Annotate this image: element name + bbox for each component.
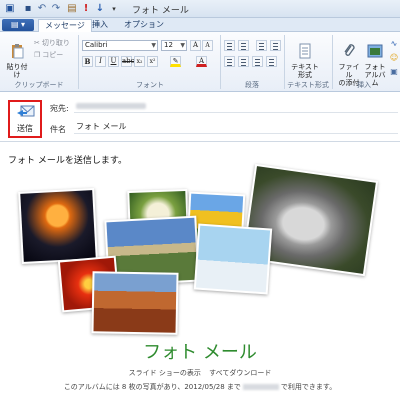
photo-jellyfish[interactable] bbox=[18, 188, 98, 264]
cut-button[interactable]: ✂ 切り取り bbox=[34, 38, 70, 48]
tab-message[interactable]: メッセージ bbox=[38, 19, 92, 32]
decrease-indent-icon[interactable] bbox=[256, 40, 267, 51]
paste-label: 貼り付け bbox=[6, 63, 28, 79]
font-color-icon[interactable]: A bbox=[196, 56, 207, 67]
title-bar: ▣ ▪ ↶ ↷ ▤ ! ↓ ▾ フォト メール bbox=[0, 0, 400, 18]
align-center-icon[interactable] bbox=[238, 56, 249, 67]
album-availability-note: このアルバムには 8 枚の写真があり、2012/05/28 まで で利用できます。 bbox=[0, 382, 400, 392]
group-divider bbox=[284, 35, 285, 89]
application-menu-button[interactable]: ▤ ▾ bbox=[2, 19, 34, 31]
grow-font-icon[interactable]: A bbox=[190, 40, 201, 51]
to-field[interactable] bbox=[74, 99, 398, 113]
message-header: 送信 宛先: 件名 フォト メール bbox=[0, 92, 400, 142]
subject-field[interactable]: フォト メール bbox=[74, 120, 398, 134]
redacted-service-name bbox=[242, 384, 279, 390]
ribbon-tabs: ▤ ▾ メッセージ 挿入 オプション bbox=[0, 18, 400, 32]
paste-button[interactable]: 貼り付け bbox=[6, 35, 28, 79]
scissors-icon: ✂ bbox=[34, 39, 40, 47]
font-group-label: フォント bbox=[136, 81, 164, 89]
align-right-icon[interactable] bbox=[252, 56, 263, 67]
italic-icon[interactable]: I bbox=[95, 56, 106, 67]
highlight-icon[interactable]: ✎ bbox=[170, 56, 181, 67]
slideshow-link[interactable]: スライド ショーの表示 bbox=[129, 369, 201, 377]
paste-icon bbox=[12, 44, 24, 59]
album-title: フォト メール bbox=[143, 342, 257, 363]
paperclip-icon bbox=[344, 44, 355, 56]
subject-label: 件名 bbox=[50, 125, 66, 134]
more-insert-icon[interactable]: ▣ bbox=[388, 66, 400, 78]
save-icon[interactable]: ▪ bbox=[22, 3, 34, 15]
quick-access-dropdown-icon[interactable]: ▾ bbox=[108, 3, 120, 15]
numbering-icon[interactable] bbox=[238, 40, 249, 51]
download-all-link[interactable]: すべてダウンロード bbox=[209, 369, 271, 377]
plain-text-label: テキスト 形式 bbox=[291, 63, 319, 79]
bullets-icon[interactable] bbox=[224, 40, 235, 51]
justify-icon[interactable] bbox=[266, 56, 277, 67]
chevron-down-icon: ▼ bbox=[180, 42, 185, 49]
group-divider bbox=[332, 35, 333, 89]
photo-desert[interactable] bbox=[91, 271, 179, 335]
tab-options[interactable]: オプション bbox=[118, 19, 170, 32]
photo-album-icon bbox=[367, 44, 383, 58]
font-family-value: Calibri bbox=[85, 41, 108, 49]
copy-button[interactable]: ❐ コピー bbox=[34, 50, 63, 60]
window-title: フォト メール bbox=[132, 6, 189, 16]
subscript-icon[interactable]: x₂ bbox=[134, 56, 145, 67]
insert-group-label: 挿入 bbox=[357, 81, 371, 89]
increase-indent-icon[interactable] bbox=[270, 40, 281, 51]
shrink-font-icon[interactable]: A bbox=[202, 40, 213, 51]
photo-penguins[interactable] bbox=[193, 223, 273, 295]
cut-label: 切り取り bbox=[41, 39, 70, 47]
align-left-icon[interactable] bbox=[224, 56, 235, 67]
underline-icon[interactable]: U bbox=[108, 56, 119, 67]
note-text-start: このアルバムには 8 枚の写真があり、2012/05/28 まで bbox=[63, 383, 241, 391]
font-family-select[interactable]: Calibri ▼ bbox=[82, 40, 158, 51]
chevron-down-icon: ▼ bbox=[151, 42, 156, 49]
undo-icon[interactable]: ↶ bbox=[36, 3, 48, 15]
font-size-select[interactable]: 12 ▼ bbox=[161, 40, 187, 51]
redo-icon[interactable]: ↷ bbox=[50, 3, 62, 15]
group-divider bbox=[220, 35, 221, 89]
strikethrough-icon[interactable]: abc bbox=[121, 56, 135, 67]
to-label: 宛先: bbox=[50, 104, 69, 113]
text-format-group-label: テキスト形式 bbox=[287, 81, 329, 89]
print-icon[interactable]: ▤ bbox=[66, 3, 78, 15]
app-icon[interactable]: ▣ bbox=[4, 3, 16, 15]
tab-insert[interactable]: 挿入 bbox=[86, 19, 114, 32]
send-button[interactable]: 送信 bbox=[8, 100, 42, 138]
paragraph-group-label: 段落 bbox=[245, 81, 259, 89]
priority-high-icon[interactable]: ! bbox=[80, 3, 92, 15]
copy-icon: ❐ bbox=[34, 51, 41, 59]
album-links: スライド ショーの表示 すべてダウンロード bbox=[0, 368, 400, 378]
group-divider bbox=[78, 35, 79, 89]
clipboard-group-label: クリップボード bbox=[14, 81, 64, 89]
copy-label: コピー bbox=[42, 51, 64, 59]
priority-low-icon[interactable]: ↓ bbox=[94, 3, 106, 15]
emoticon-icon[interactable]: ☺ bbox=[388, 52, 400, 64]
document-icon bbox=[299, 43, 311, 59]
to-recipient-redacted bbox=[76, 103, 146, 109]
message-intro: フォト メールを送信します。 bbox=[8, 156, 127, 166]
bold-icon[interactable]: B bbox=[82, 56, 93, 67]
ribbon: 貼り付け ✂ 切り取り ❐ コピー クリップボード Calibri ▼ 12 ▼ A A… bbox=[0, 32, 400, 92]
superscript-icon[interactable]: x² bbox=[147, 56, 158, 67]
plain-text-button[interactable]: テキスト 形式 bbox=[290, 35, 320, 79]
note-text-end: で利用できます。 bbox=[280, 383, 337, 391]
hyperlink-icon[interactable]: ∿ bbox=[388, 38, 400, 50]
font-size-value: 12 bbox=[164, 41, 173, 49]
send-mail-icon bbox=[17, 105, 35, 117]
send-label: 送信 bbox=[17, 124, 33, 133]
